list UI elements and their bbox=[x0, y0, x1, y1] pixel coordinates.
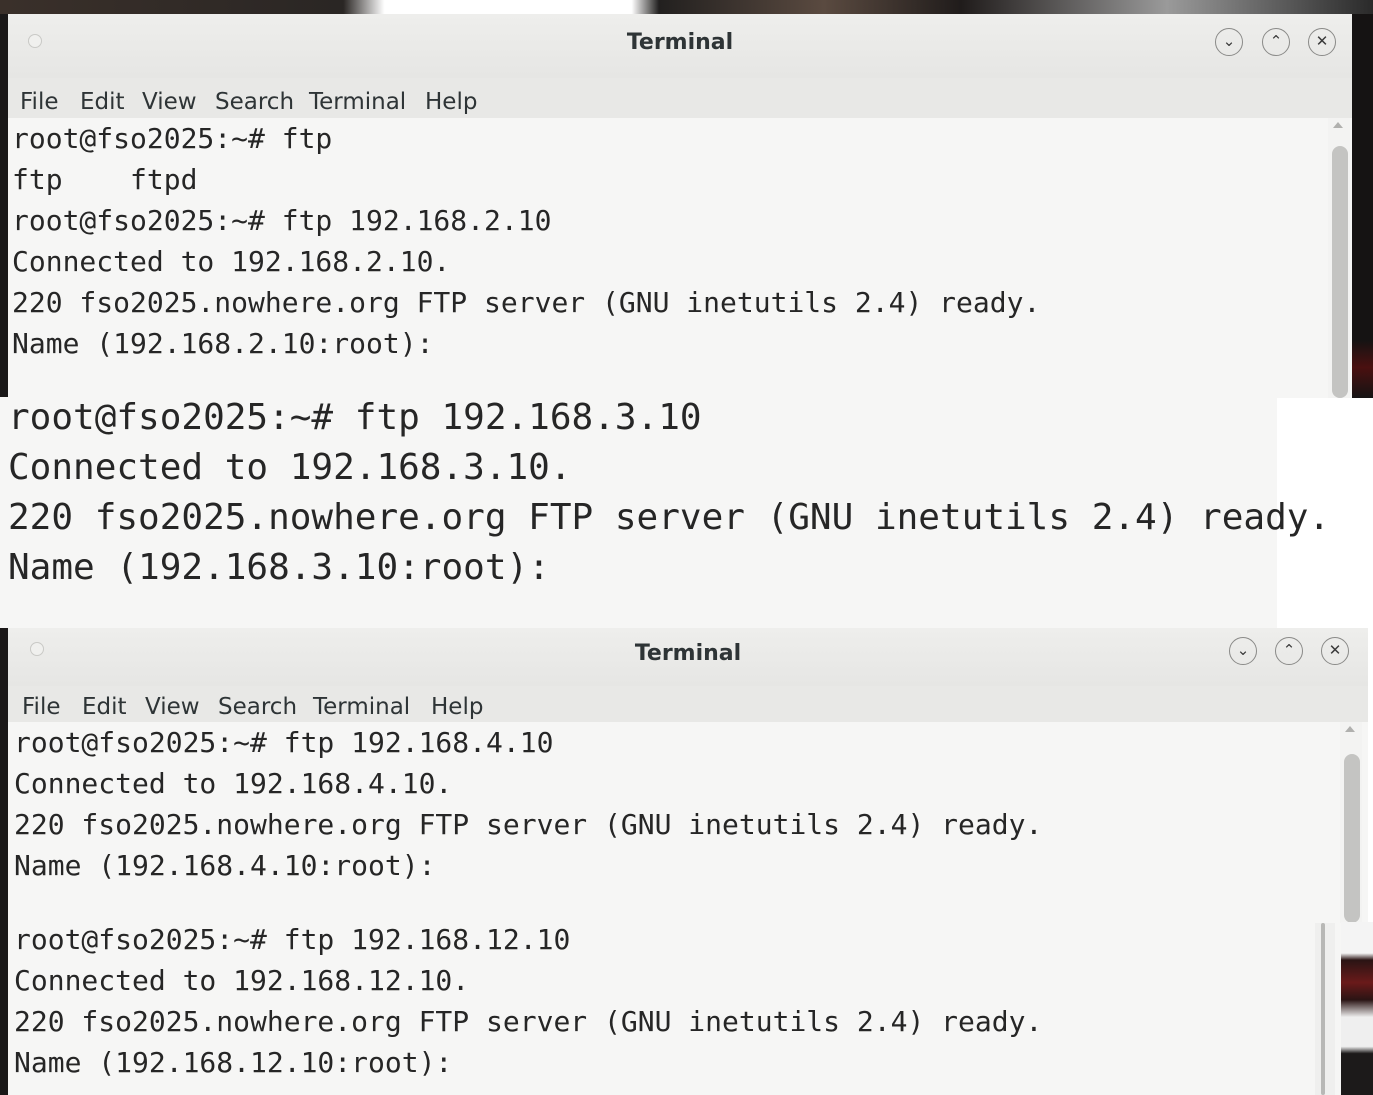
menu-file[interactable]: File bbox=[22, 694, 61, 720]
terminal-line: 220 fso2025.nowhere.org FTP server (GNU … bbox=[8, 497, 1331, 538]
terminal-line: 220 fso2025.nowhere.org FTP server (GNU … bbox=[14, 808, 1043, 841]
terminal-window-1: Terminal ⌄ ⌃ ✕ File Edit View Search Ter… bbox=[8, 14, 1352, 398]
close-icon[interactable]: ✕ bbox=[1308, 28, 1336, 56]
menu-view[interactable]: View bbox=[142, 89, 197, 115]
scrollbar-thumb[interactable] bbox=[1321, 923, 1325, 1095]
chevron-down-icon[interactable]: ⌄ bbox=[1229, 637, 1257, 665]
terminal-line: root@fso2025:~# ftp 192.168.4.10 bbox=[14, 726, 554, 759]
window-title: Terminal bbox=[634, 641, 742, 666]
terminal-output-zoomed: root@fso2025:~# ftp 192.168.3.10 Connect… bbox=[0, 397, 1330, 628]
menu-terminal[interactable]: Terminal bbox=[309, 89, 406, 115]
terminal-line: Name (192.168.3.10:root): bbox=[8, 547, 550, 588]
chevron-up-icon[interactable]: ⌃ bbox=[1275, 637, 1303, 665]
window-title: Terminal bbox=[626, 30, 734, 55]
chevron-down-icon[interactable]: ⌄ bbox=[1215, 28, 1243, 56]
menu-help[interactable]: Help bbox=[431, 694, 483, 720]
menubar: File Edit View Search Terminal Help bbox=[8, 78, 1352, 119]
terminal-output[interactable]: root@fso2025:~# ftp ftp ftpd root@fso202… bbox=[8, 118, 1352, 398]
menu-terminal[interactable]: Terminal bbox=[313, 694, 410, 720]
desktop-background-left bbox=[0, 14, 8, 398]
terminal-line: Name (192.168.4.10:root): bbox=[14, 849, 436, 882]
menu-edit[interactable]: Edit bbox=[80, 89, 125, 115]
scrollbar-thumb[interactable] bbox=[1332, 146, 1348, 398]
scrollbar[interactable] bbox=[1340, 722, 1362, 923]
terminal-line: root@fso2025:~# ftp 192.168.2.10 bbox=[12, 204, 552, 237]
titlebar[interactable]: Terminal ⌄ ⌃ ✕ bbox=[8, 628, 1368, 686]
terminal-line: root@fso2025:~# ftp 192.168.3.10 bbox=[8, 397, 702, 438]
desktop-background-right bbox=[1352, 14, 1373, 398]
terminal-output[interactable]: root@fso2025:~# ftp 192.168.4.10 Connect… bbox=[8, 722, 1368, 923]
desktop-background-right-lower bbox=[1341, 922, 1373, 1095]
terminal-line: ftp ftpd bbox=[12, 163, 198, 196]
scroll-up-icon[interactable] bbox=[1333, 122, 1343, 128]
titlebar[interactable]: Terminal ⌄ ⌃ ✕ bbox=[8, 14, 1352, 78]
menu-view[interactable]: View bbox=[145, 694, 200, 720]
terminal-line: Connected to 192.168.2.10. bbox=[12, 245, 451, 278]
terminal-line: root@fso2025:~# ftp bbox=[12, 122, 333, 155]
menubar: File Edit View Search Terminal Help bbox=[8, 686, 1368, 723]
terminal-line: Name (192.168.2.10:root): bbox=[12, 327, 434, 360]
scrollbar[interactable] bbox=[1328, 118, 1350, 398]
terminal-line: 220 fso2025.nowhere.org FTP server (GNU … bbox=[14, 1005, 1043, 1038]
scrollbar[interactable] bbox=[1315, 923, 1335, 1095]
scroll-up-icon[interactable] bbox=[1345, 726, 1355, 732]
menu-edit[interactable]: Edit bbox=[82, 694, 127, 720]
menu-file[interactable]: File bbox=[20, 89, 59, 115]
scrollbar-thumb[interactable] bbox=[1344, 754, 1360, 923]
terminal-output-fragment: root@fso2025:~# ftp 192.168.12.10 Connec… bbox=[8, 923, 1343, 1095]
menu-help[interactable]: Help bbox=[425, 89, 477, 115]
terminal-line: 220 fso2025.nowhere.org FTP server (GNU … bbox=[12, 286, 1041, 319]
desktop-background-top bbox=[0, 0, 1373, 14]
terminal-line: Connected to 192.168.4.10. bbox=[14, 767, 453, 800]
terminal-line: Connected to 192.168.3.10. bbox=[8, 447, 572, 488]
menu-search[interactable]: Search bbox=[215, 89, 294, 115]
terminal-line: root@fso2025:~# ftp 192.168.12.10 bbox=[14, 923, 571, 956]
chevron-up-icon[interactable]: ⌃ bbox=[1262, 28, 1290, 56]
close-icon[interactable]: ✕ bbox=[1321, 637, 1349, 665]
terminal-line: Connected to 192.168.12.10. bbox=[14, 964, 470, 997]
terminal-window-2: Terminal ⌄ ⌃ ✕ File Edit View Search Ter… bbox=[8, 628, 1368, 923]
desktop-background-left-lower bbox=[0, 628, 8, 1095]
menu-search[interactable]: Search bbox=[218, 694, 297, 720]
terminal-line: Name (192.168.12.10:root): bbox=[14, 1046, 453, 1079]
